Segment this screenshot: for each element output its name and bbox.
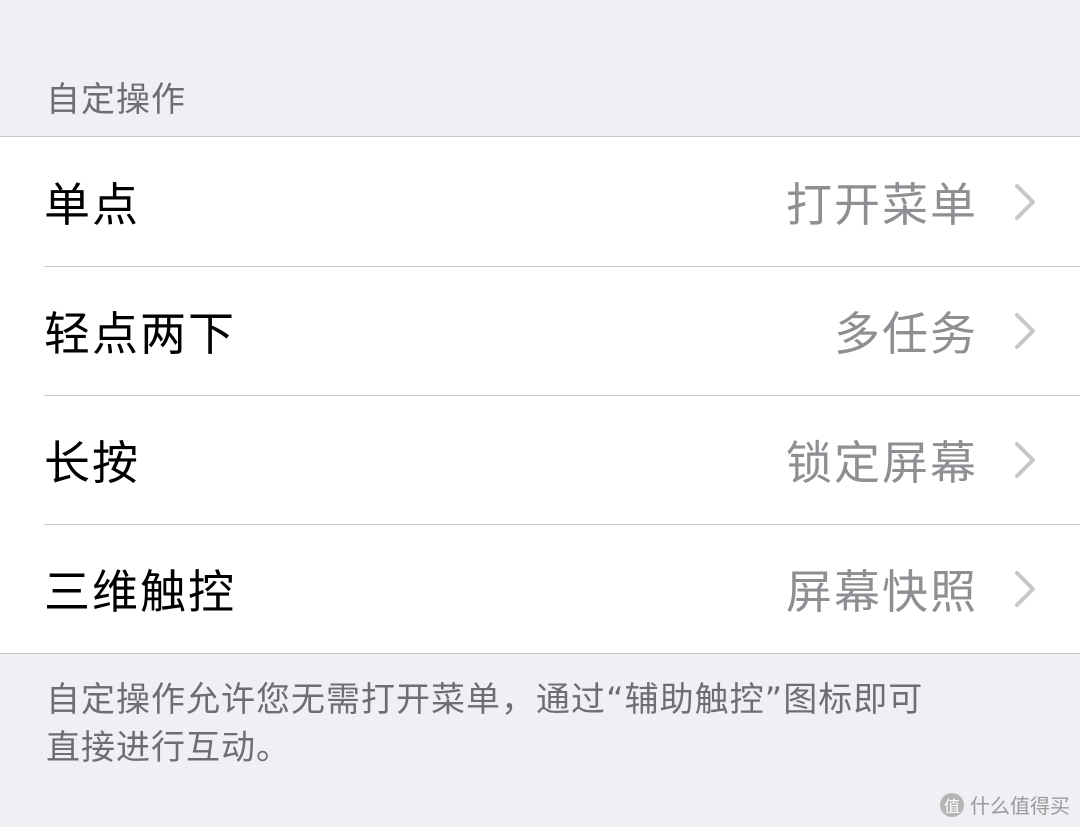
footer-line-2: 直接进行互动。 bbox=[46, 728, 291, 768]
watermark: 值 什么值得买 bbox=[940, 790, 1070, 819]
action-label: 长按 bbox=[44, 435, 140, 490]
action-value: 打开菜单 bbox=[786, 177, 978, 232]
watermark-text: 什么值得买 bbox=[970, 794, 1070, 818]
section-header: 自定操作 bbox=[46, 80, 186, 120]
action-row-double-tap[interactable]: 轻点两下 多任务 bbox=[0, 266, 1080, 395]
watermark-logo-icon: 值 bbox=[940, 792, 964, 817]
action-value: 屏幕快照 bbox=[786, 564, 978, 619]
chevron-right-icon bbox=[1015, 312, 1035, 349]
action-label: 三维触控 bbox=[44, 564, 236, 619]
custom-actions-list: 单点 打开菜单 轻点两下 多任务 长按 锁定屏幕 三维触控 屏幕快照 bbox=[0, 136, 1080, 654]
footer-note: 自定操作允许您无需打开菜单，通过“辅助触控”图标即可 直接进行互动。 bbox=[46, 676, 1026, 772]
action-value: 多任务 bbox=[834, 306, 978, 361]
action-row-long-press[interactable]: 长按 锁定屏幕 bbox=[0, 395, 1080, 524]
action-label: 轻点两下 bbox=[44, 306, 236, 361]
chevron-right-icon bbox=[1015, 570, 1035, 607]
footer-line-1: 自定操作允许您无需打开菜单，通过“辅助触控”图标即可 bbox=[46, 680, 924, 720]
action-value: 锁定屏幕 bbox=[786, 435, 978, 490]
chevron-right-icon bbox=[1015, 441, 1035, 478]
action-label: 单点 bbox=[44, 177, 140, 232]
action-row-single-tap[interactable]: 单点 打开菜单 bbox=[0, 137, 1080, 266]
action-row-3d-touch[interactable]: 三维触控 屏幕快照 bbox=[0, 524, 1080, 653]
chevron-right-icon bbox=[1015, 183, 1035, 220]
